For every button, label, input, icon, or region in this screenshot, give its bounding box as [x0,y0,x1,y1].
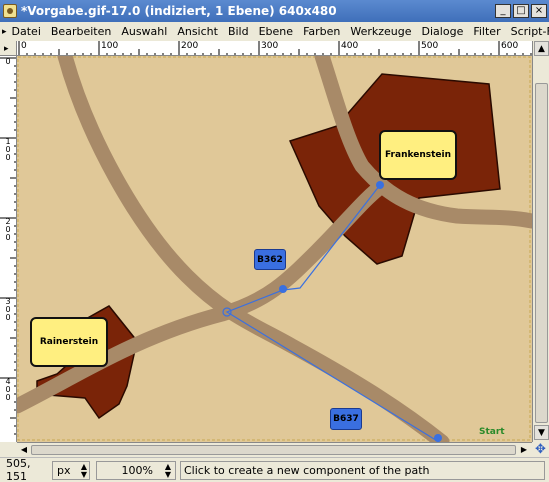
menu-bild[interactable]: Bild [223,25,254,38]
horizontal-scroll-thumb[interactable] [31,445,516,455]
ruler-corner-button[interactable]: ▸ [0,41,17,56]
menu-farben[interactable]: Farben [298,25,345,38]
menu-filter[interactable]: Filter [468,25,505,38]
menu-bearbeiten[interactable]: Bearbeiten [46,25,116,38]
ruler-h-label: 0 [21,41,27,51]
maximize-button[interactable]: □ [513,4,529,18]
vertical-ruler[interactable]: 0 100 200 300 400 [0,56,17,442]
ruler-v-label: 300 [5,297,11,322]
frankenstein-label: Frankenstein [379,130,457,180]
close-button[interactable]: × [531,4,547,18]
ruler-h-label: 400 [341,41,359,51]
menu-dialoge[interactable]: Dialoge [417,25,469,38]
menu-script-fu[interactable]: Script-Fu [506,25,549,38]
title-bar: *Vorgabe.gif-17.0 (indiziert, 1 Ebene) 6… [0,0,549,22]
path-anchor[interactable] [376,181,384,189]
zoom-value: 100% [121,463,153,477]
status-message: Click to create a new component of the p… [180,460,545,480]
ruler-h-label: 200 [181,41,199,51]
menu-bar: ▸ Datei Bearbeiten Auswahl Ansicht Bild … [0,22,549,41]
gimp-image-window: *Vorgabe.gif-17.0 (indiziert, 1 Ebene) 6… [0,0,549,482]
menu-ansicht[interactable]: Ansicht [172,25,223,38]
ruler-h-label: 500 [421,41,439,51]
ruler-h-label: 600 [501,41,519,51]
road-sign-b362: B362 [254,249,286,270]
minimize-button[interactable]: _ [495,4,511,18]
quick-mask-area [0,442,17,457]
ruler-v-label: 400 [5,377,11,402]
pointer-coordinates: 505, 151 [6,457,31,482]
image-canvas[interactable]: Frankenstein Rainerstein B362 B637 Start [17,56,532,442]
road-sign-b637: B637 [330,408,362,430]
gimp-app-icon [3,4,17,18]
scroll-right-button[interactable]: ▶ [517,444,531,456]
menu-auswahl[interactable]: Auswahl [116,25,172,38]
horizontal-ruler[interactable]: 0 100 200 300 400 500 600 [17,41,532,56]
zoom-selector[interactable]: 100% ▲ ▼ [96,460,176,480]
scroll-down-button[interactable]: ▼ [534,425,549,440]
scroll-left-button[interactable]: ◀ [17,444,31,456]
ruler-v-label: 0 [5,57,11,66]
ruler-v-label: 100 [5,137,11,162]
start-label: Start [479,427,505,437]
ruler-corner-arrow-icon: ▸ [4,44,9,54]
vertical-scrollbar[interactable]: ▲ ▼ [532,41,549,442]
window-title: *Vorgabe.gif-17.0 (indiziert, 1 Ebene) 6… [21,4,337,18]
ruler-v-label: 200 [5,217,11,242]
unit-spin-icon[interactable]: ▲ ▼ [81,462,87,479]
ruler-h-label: 100 [101,41,119,51]
zoom-spin-icon[interactable]: ▲ ▼ [165,462,171,479]
path-anchor[interactable] [279,285,287,293]
ruler-h-label: 300 [261,41,279,51]
unit-value: px [57,463,71,477]
status-bar: 505, 151 px ▲ ▼ 100% ▲ ▼ Click to create a… [0,457,549,482]
scroll-up-button[interactable]: ▲ [534,41,549,56]
vertical-scroll-thumb[interactable] [535,83,548,423]
navigate-icon[interactable]: ✥ [532,442,549,457]
menu-werkzeuge[interactable]: Werkzeuge [345,25,416,38]
unit-selector[interactable]: px ▲ ▼ [52,460,90,480]
path-anchor[interactable] [434,434,442,442]
menu-ebene[interactable]: Ebene [254,25,298,38]
horizontal-scrollbar[interactable]: ◀ ▶ [17,442,532,457]
rainerstein-label: Rainerstein [30,317,108,367]
menu-datei[interactable]: Datei [7,25,46,38]
